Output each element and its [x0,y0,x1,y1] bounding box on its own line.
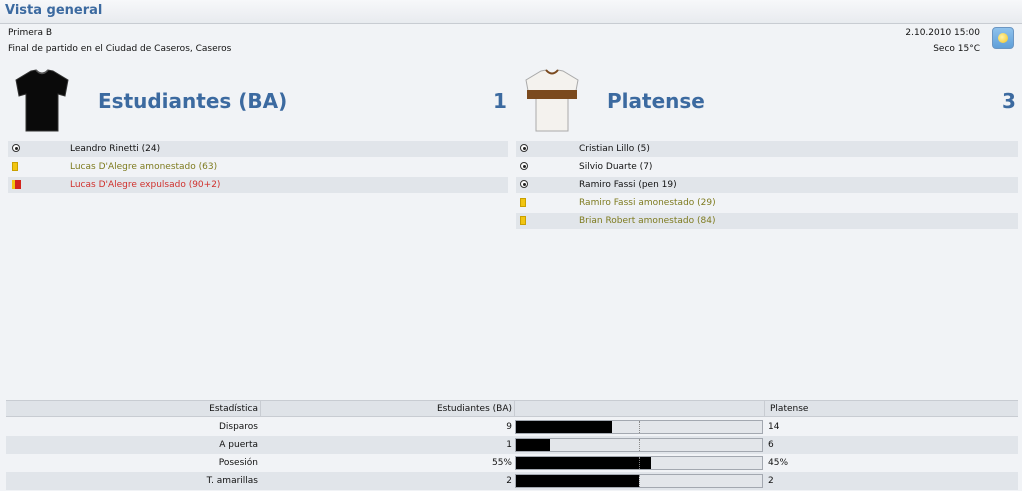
yellow-card-icon [12,162,18,171]
venue-label: Final de partido en el Ciudad de Caseros… [8,44,232,54]
event-text: Ramiro Fassi (pen 19) [579,180,677,190]
stat-comparison-bar [515,474,763,488]
weather-label: Seco 15°C [933,44,980,54]
stat-comparison-bar [515,456,763,470]
stat-row: T. amarillas 2 2 [6,472,1018,490]
stat-home-value: 9 [506,422,512,432]
away-event-row: Silvio Duarte (7) [516,159,1018,175]
event-text: Leandro Rinetti (24) [70,144,161,154]
event-text: Lucas D'Alegre amonestado (63) [70,162,218,172]
window-title: Vista general [5,3,103,18]
yellow-card-icon [520,216,526,225]
ball-icon [520,180,528,188]
stats-col-stat[interactable]: Estadística [209,404,258,414]
ball-icon [520,162,528,170]
stats-col-home[interactable]: Estudiantes (BA) [437,404,512,414]
stat-row: Posesión 55% 45% [6,454,1018,472]
match-datetime: 2.10.2010 15:00 [905,28,980,38]
stat-away-value: 6 [768,440,774,450]
stat-away-value: 14 [768,422,780,432]
stat-away-value: 45% [768,458,789,468]
stat-home-value: 2 [506,476,512,486]
stat-comparison-bar [515,438,763,452]
stat-home-value: 1 [506,440,512,450]
title-bar: Vista general [0,0,1022,24]
home-event-row: Leandro Rinetti (24) [8,141,508,157]
away-event-row: Brian Robert amonestado (84) [516,213,1018,229]
event-text: Lucas D'Alegre expulsado (90+2) [70,180,221,190]
event-text: Brian Robert amonestado (84) [579,216,716,226]
stat-away-value: 2 [768,476,774,486]
stat-label: T. amarillas [206,476,258,486]
stat-label: Disparos [218,422,258,432]
home-event-row: Lucas D'Alegre expulsado (90+2) [8,177,508,193]
ball-icon [12,144,20,152]
sunny-weather-icon [992,27,1014,49]
stat-label: A puerta [219,440,258,450]
away-score: 3 [1002,89,1016,113]
stat-row: A puerta 1 6 [6,436,1018,454]
stats-header: Estadística Estudiantes (BA) Platense [6,400,1018,417]
ball-icon [520,144,528,152]
stats-col-away[interactable]: Platense [770,404,808,414]
event-text: Cristian Lillo (5) [579,144,650,154]
stat-row: Disparos 9 14 [6,418,1018,436]
away-shirt-icon [525,69,579,132]
yellow-card-icon [520,198,526,207]
red-card-icon [12,180,22,189]
away-team-name: Platense [607,89,705,113]
stat-home-value: 55% [491,458,512,468]
home-score: 1 [493,89,507,113]
home-event-row: Lucas D'Alegre amonestado (63) [8,159,508,175]
away-event-row: Ramiro Fassi amonestado (29) [516,195,1018,211]
event-text: Silvio Duarte (7) [579,162,653,172]
home-team-name: Estudiantes (BA) [98,89,288,113]
away-event-row: Ramiro Fassi (pen 19) [516,177,1018,193]
stat-label: Posesión [218,458,258,468]
away-event-row: Cristian Lillo (5) [516,141,1018,157]
home-shirt-icon [15,69,69,132]
event-text: Ramiro Fassi amonestado (29) [579,198,716,208]
competition-label: Primera B [8,28,53,38]
stat-comparison-bar [515,420,763,434]
